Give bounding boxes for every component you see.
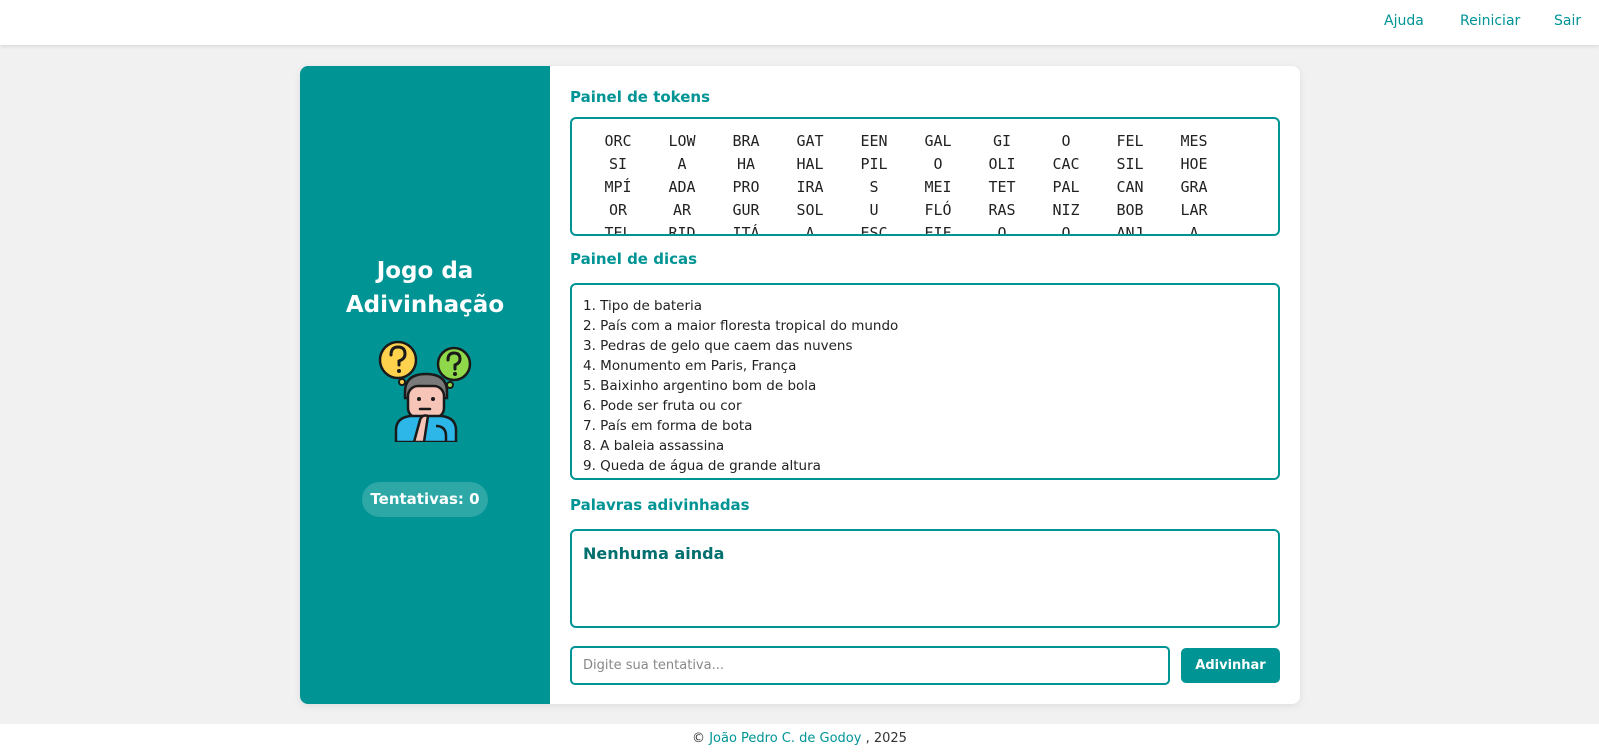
token-cell: O — [1061, 132, 1071, 150]
token-cell: HOE — [1180, 155, 1208, 173]
hint-item: 1. Tipo de bateria — [583, 298, 703, 314]
token-cell: PIL — [860, 155, 888, 173]
nav-help-link[interactable]: Ajuda — [1384, 13, 1424, 29]
token-cell: RID — [668, 224, 696, 236]
token-cell: A — [1189, 224, 1199, 236]
token-cell: U — [869, 201, 879, 219]
token-cell: EEN — [860, 132, 888, 150]
hint-item: 8. A baleia assassina — [583, 438, 725, 454]
hints-panel-title: Painel de dicas — [570, 250, 698, 268]
token-cell: TET — [988, 178, 1016, 196]
token-cell: SI — [608, 155, 628, 173]
game-title-line2: Adivinhação — [345, 292, 505, 318]
hint-item: 5. Baixinho argentino bom de bola — [583, 378, 817, 394]
token-cell: GRA — [1180, 178, 1208, 196]
token-cell: GAT — [796, 132, 824, 150]
top-navbar: Ajuda Reiniciar Sair — [0, 0, 1599, 45]
thinking-person-icon — [378, 340, 474, 444]
guessed-empty-text: Nenhuma ainda — [583, 544, 725, 563]
token-cell: RAS — [988, 201, 1016, 219]
tokens-panel[interactable]: ORC LOW BRA GAT EEN GAL GI O FEL MES SI A HA HAL PIL O O… — [570, 117, 1280, 236]
footer-year: , 2025 — [865, 731, 907, 746]
token-cell: ORC — [604, 132, 632, 150]
token-cell: ESC — [860, 224, 888, 236]
token-cell: OLI — [988, 155, 1016, 173]
hint-item: 7. País em forma de bota — [583, 418, 753, 434]
hint-item: 4. Monumento em Paris, França — [583, 358, 797, 374]
token-cell: PRO — [732, 178, 760, 196]
hints-panel[interactable]: 1. Tipo de bateria 2. País com a maior fl… — [570, 283, 1280, 480]
token-cell: GAL — [924, 132, 952, 150]
token-cell: EIF — [924, 224, 952, 236]
author-link[interactable]: João Pedro C. de Godoy — [709, 731, 861, 746]
token-cell: LAR — [1180, 201, 1208, 219]
token-cell: BRA — [732, 132, 760, 150]
token-cell: CAC — [1052, 155, 1080, 173]
token-cell: PAL — [1052, 178, 1080, 196]
tokens-panel-title: Painel de tokens — [570, 88, 711, 106]
token-cell: GUR — [732, 201, 760, 219]
game-title: Jogo da Adivinhação — [300, 254, 550, 322]
token-cell: CAN — [1116, 178, 1144, 196]
hints-list: 1. Tipo de bateria 2. País com a maior fl… — [583, 296, 899, 478]
hint-item: 6. Pode ser fruta ou cor — [583, 398, 742, 414]
token-cell: BOB — [1116, 201, 1144, 219]
token-cell: ANJ — [1116, 224, 1144, 236]
token-cell: FLÓ — [924, 201, 952, 219]
guess-input[interactable] — [570, 646, 1170, 685]
hint-item: 9. Queda de água de grande altura — [583, 458, 821, 474]
token-cell: A — [805, 224, 815, 236]
token-cell: O — [933, 155, 943, 173]
game-title-line1: Jogo da — [376, 258, 474, 284]
token-cell: ADA — [668, 178, 696, 196]
token-cell: HA — [736, 155, 756, 173]
game-sidebar: Jogo da Adivinhação Tentativas: 0 — [300, 66, 550, 704]
token-cell: MEI — [924, 178, 952, 196]
token-cell: IRA — [796, 178, 824, 196]
token-cell: FEL — [1116, 132, 1144, 150]
game-main: Painel de tokens ORC LOW BRA GAT EEN GAL GI O FE… — [570, 66, 1280, 704]
guess-button[interactable]: Adivinhar — [1181, 648, 1280, 683]
tokens-grid: ORC LOW BRA GAT EEN GAL GI O FEL MES SI A HA HAL PIL O O… — [586, 131, 1226, 236]
hint-item: 2. País com a maior floresta tropical do… — [583, 318, 899, 334]
game-card: Jogo da Adivinhação Tentativas: 0 Painel… — [300, 66, 1300, 704]
attempts-badge: Tentativas: 0 — [362, 482, 488, 517]
token-cell: LOW — [668, 132, 696, 150]
nav-exit-link[interactable]: Sair — [1554, 13, 1581, 29]
token-cell: OR — [608, 201, 628, 219]
token-cell: MES — [1180, 132, 1208, 150]
copyright-symbol: © — [692, 731, 706, 746]
page-footer: © João Pedro C. de Godoy , 2025 — [0, 724, 1599, 754]
token-cell: HAL — [796, 155, 824, 173]
hint-item: 3. Pedras de gelo que caem das nuvens — [583, 338, 853, 354]
token-cell: MPÍ — [604, 178, 632, 196]
guessed-panel: Nenhuma ainda — [570, 529, 1280, 628]
token-cell: SOL — [796, 201, 824, 219]
token-cell: SIL — [1116, 155, 1144, 173]
token-cell: ITÁ — [732, 224, 760, 236]
token-cell: O — [997, 224, 1007, 236]
nav-restart-link[interactable]: Reiniciar — [1460, 13, 1520, 29]
guessed-panel-title: Palavras adivinhadas — [570, 496, 750, 514]
token-cell: GI — [992, 132, 1012, 150]
token-cell: TEL — [604, 224, 632, 236]
hint-item: 10. Animal saltador da Austrália — [583, 476, 898, 478]
token-cell: AR — [672, 201, 692, 219]
token-cell: NIZ — [1052, 201, 1080, 219]
token-cell: S — [869, 178, 879, 196]
token-cell: O — [1061, 224, 1071, 236]
token-cell: A — [677, 155, 687, 173]
